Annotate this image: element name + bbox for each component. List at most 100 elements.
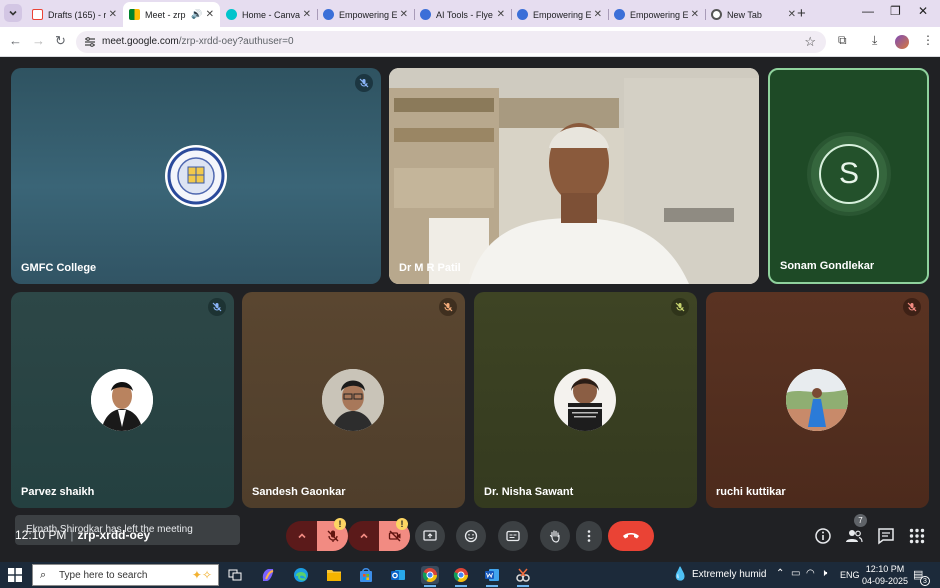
maximize-icon[interactable]: ❐ (890, 4, 901, 18)
tab-new-tab[interactable]: New Tab ✕ (705, 2, 802, 27)
present-screen-button[interactable] (415, 521, 445, 551)
volume-muted-icon[interactable]: 🕨 (821, 568, 827, 579)
participant-name: GMFC College (21, 262, 97, 274)
extensions-icon[interactable]: ⧉ (838, 33, 847, 48)
participant-tile-sonam[interactable]: S Sonam Gondlekar (768, 68, 929, 284)
leave-call-button[interactable] (608, 521, 654, 551)
tab-empowering-1[interactable]: Empowering E ✕ (317, 2, 414, 27)
notification-count-badge: 3 (920, 576, 930, 586)
profile-avatar[interactable] (895, 35, 909, 49)
emoji-icon (464, 529, 478, 543)
download-icon[interactable]: ⤓ (872, 33, 877, 48)
url-path: /zrp-xrdd-oey?authuser=0 (178, 36, 294, 47)
captions-icon (506, 530, 520, 542)
url-text[interactable]: meet.google.com/zrp-xrdd-oey?authuser=0 (102, 36, 294, 47)
meet-stage: GMFC College Dr M R Patil S Sonam Gondle… (0, 58, 940, 588)
reactions-button[interactable] (456, 521, 486, 551)
tab-close-icon[interactable]: ✕ (400, 9, 408, 20)
windows-start-icon[interactable] (8, 568, 22, 582)
forward-arrow-icon[interactable]: → (32, 33, 45, 48)
copilot-icon[interactable] (259, 566, 277, 584)
people-icon[interactable] (845, 527, 863, 545)
clock-date: 04-09-2025 (862, 576, 909, 586)
tab-close-icon[interactable]: ✕ (594, 9, 602, 20)
network-icon[interactable]: ▭ (791, 568, 800, 579)
weather-text[interactable]: Extremely humid (692, 569, 766, 580)
participant-tile-sandesh[interactable]: Sandesh Gaonkar (242, 292, 465, 508)
tab-close-icon[interactable]: ✕ (497, 9, 505, 20)
camera-options-button[interactable] (348, 521, 379, 551)
search-highlight-icon: ✦✧ (191, 568, 212, 582)
captions-button[interactable] (498, 521, 528, 551)
tab-meet[interactable]: Meet - zrp 🔊 ✕ (123, 2, 220, 27)
wifi-icon[interactable]: ◠ (806, 568, 815, 579)
chrome-taskbar-icon[interactable] (421, 566, 439, 587)
address-bar[interactable]: meet.google.com/zrp-xrdd-oey?authuser=0 … (76, 31, 826, 53)
edge-icon[interactable] (292, 566, 310, 584)
more-options-button[interactable] (576, 521, 602, 551)
tab-label: AI Tools - Flye (436, 9, 493, 20)
language-indicator[interactable]: ENG (840, 570, 860, 580)
participant-tile-patil[interactable]: Dr M R Patil (389, 68, 759, 284)
college-logo (165, 145, 227, 207)
hand-icon (549, 530, 560, 543)
more-vertical-icon[interactable]: ⋮ (922, 33, 934, 47)
minimize-icon[interactable]: — (862, 4, 874, 18)
tab-label: Empowering E (630, 9, 688, 20)
window-close-icon[interactable]: ✕ (918, 4, 928, 18)
snipping-tool-icon[interactable] (514, 566, 532, 587)
site-settings-icon[interactable] (84, 36, 96, 48)
mic-off-icon (208, 298, 226, 316)
participant-tile-gmfc[interactable]: GMFC College (11, 68, 381, 284)
participant-name: Dr M R Patil (399, 262, 461, 274)
tab-close-icon[interactable]: ✕ (206, 9, 214, 20)
warning-badge: ! (334, 518, 346, 530)
reload-icon[interactable]: ↻ (55, 33, 66, 49)
outlook-icon[interactable] (389, 566, 407, 584)
tab-empowering-2[interactable]: Empowering E ✕ (511, 2, 608, 27)
activities-icon[interactable] (908, 527, 926, 545)
tab-close-icon[interactable]: ✕ (109, 9, 117, 20)
file-explorer-icon[interactable] (325, 566, 343, 584)
raise-hand-button[interactable] (540, 521, 570, 551)
bookmark-star-icon[interactable]: ☆ (804, 34, 816, 50)
present-screen-icon (423, 530, 437, 541)
tab-search-button[interactable] (4, 4, 22, 22)
separator: | (70, 528, 74, 542)
chevron-up-icon (359, 533, 368, 539)
tab-close-icon[interactable]: ✕ (691, 9, 699, 20)
chrome-profile-taskbar-icon[interactable] (452, 566, 470, 587)
chevron-up-icon (297, 533, 306, 539)
tab-close-icon[interactable]: ✕ (303, 9, 311, 20)
speaker-icon[interactable]: 🔊 (191, 9, 202, 20)
taskbar-clock[interactable]: 12:10 PM 04-09-2025 (862, 563, 908, 587)
word-icon[interactable] (483, 566, 501, 587)
more-vertical-icon (587, 530, 591, 542)
info-icon[interactable] (814, 527, 832, 545)
show-hidden-icons-chevron-icon[interactable]: ⌃ (776, 568, 784, 579)
humidity-icon: 💧 (672, 566, 689, 581)
task-view-icon[interactable] (226, 566, 244, 584)
new-tab-plus-icon[interactable]: + (797, 5, 806, 22)
tab-ai-tools[interactable]: AI Tools - Flye ✕ (414, 2, 511, 27)
tab-label: Empowering E (339, 9, 397, 20)
participant-name: Parvez shaikh (21, 486, 95, 498)
meeting-time: 12:10 PM (15, 528, 67, 542)
back-arrow-icon[interactable]: ← (9, 33, 22, 48)
participant-tile-ruchi[interactable]: ruchi kuttikar (706, 292, 929, 508)
tab-empowering-3[interactable]: Empowering E ✕ (608, 2, 705, 27)
tab-gmail[interactable]: Drafts (165) - r ✕ (26, 2, 123, 27)
mic-options-button[interactable] (286, 521, 317, 551)
store-icon[interactable] (357, 566, 375, 584)
taskbar-search-box[interactable]: ⌕ Type here to search ✦✧ (32, 564, 219, 586)
tab-close-icon[interactable]: ✕ (788, 9, 796, 20)
tab-canva[interactable]: Home - Canva ✕ (220, 2, 317, 27)
chat-icon[interactable] (877, 527, 895, 545)
mic-off-icon (903, 298, 921, 316)
globe-icon (614, 9, 625, 20)
meet-icon (129, 9, 140, 20)
participant-tile-parvez[interactable]: Parvez shaikh (11, 292, 234, 508)
participant-tile-nisha[interactable]: Dr. Nisha Sawant (474, 292, 697, 508)
avatar-initial: S (819, 144, 879, 204)
globe-icon (420, 9, 431, 20)
